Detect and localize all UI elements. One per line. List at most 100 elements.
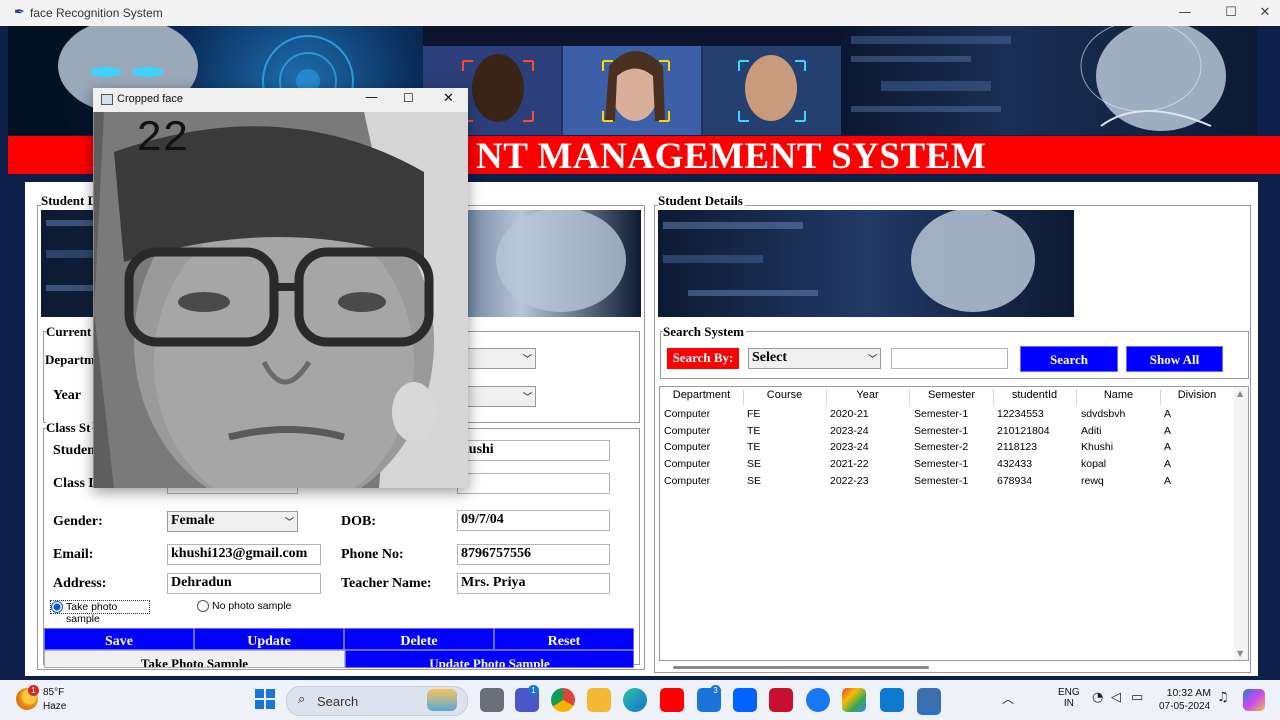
main-title-bar[interactable]: ✒ face Recognition System — ☐ ✕ — [0, 0, 1280, 26]
edge-icon[interactable] — [623, 688, 647, 712]
teams-badge: 1 — [528, 685, 539, 696]
table-header-cell[interactable]: studentId — [993, 389, 1077, 405]
table-cell: 2023-24 — [830, 424, 869, 437]
show-hidden-icons-icon[interactable]: ︿ — [1002, 690, 1014, 707]
email-label: Email: — [53, 547, 94, 562]
teacher-name-field[interactable]: Mrs. Priya — [457, 573, 610, 594]
year-label: Year — [53, 388, 81, 403]
cropped-face-image: 22 — [94, 112, 468, 488]
no-photo-radio[interactable]: No photo sample — [197, 600, 307, 614]
scroll-down-icon[interactable]: ▼ — [1237, 649, 1243, 658]
python-app-icon[interactable] — [917, 688, 941, 715]
chrome-icon[interactable] — [551, 688, 575, 712]
update-button[interactable]: Update — [194, 628, 344, 650]
weather-badge: 1 — [28, 685, 39, 696]
maximize-icon[interactable]: ☐ — [1216, 3, 1246, 23]
close-icon[interactable]: ✕ — [1250, 3, 1280, 23]
department-label: Departm — [45, 352, 95, 367]
start-icon[interactable] — [255, 689, 275, 709]
table-cell: Computer — [664, 441, 711, 454]
show-all-button[interactable]: Show All — [1126, 346, 1223, 372]
table-cell: Computer — [664, 424, 711, 437]
search-system-frame-title: Search System — [663, 324, 747, 340]
table-cell: TE — [747, 441, 761, 454]
maximize-icon[interactable]: ☐ — [403, 91, 414, 105]
table-header-cell[interactable]: Course — [743, 389, 827, 405]
wifi-icon[interactable]: ◔ — [1092, 690, 1103, 705]
search-by-value: Select — [752, 350, 787, 365]
table-header-cell[interactable]: Division — [1160, 389, 1235, 405]
copilot-icon[interactable] — [1243, 689, 1265, 711]
weather-desc[interactable]: Haze — [43, 701, 66, 712]
table-cell: SE — [747, 474, 762, 487]
file-explorer-icon[interactable] — [587, 688, 611, 712]
class-student-frame-title: Class St — [46, 420, 93, 436]
cropped-face-title-bar[interactable]: Cropped face — ☐ ✕ — [93, 88, 468, 112]
horizontal-scrollbar[interactable] — [673, 666, 929, 669]
update-photo-sample-button[interactable]: Update Photo Sample — [345, 650, 634, 668]
table-cell: 2023-24 — [830, 441, 869, 454]
table-header-cell[interactable]: Semester — [910, 389, 994, 405]
dob-field[interactable]: 09/7/04 — [457, 510, 610, 531]
chevron-down-icon: ﹀ — [522, 393, 532, 403]
search-button[interactable]: Search — [1020, 346, 1118, 372]
window-title: face Recognition System — [30, 6, 163, 20]
time[interactable]: 10:32 AM — [1161, 687, 1211, 699]
gender-label: Gender: — [53, 514, 103, 529]
gender-combobox[interactable]: Female ﹀ — [167, 511, 298, 532]
search-by-combobox[interactable]: Select ﹀ — [748, 348, 881, 369]
table-cell: rewq — [1081, 474, 1104, 487]
battery-icon[interactable]: ▭ — [1131, 690, 1143, 705]
vscode-icon[interactable] — [880, 688, 904, 712]
volume-icon[interactable]: ◁ — [1111, 690, 1121, 705]
table-cell: 432433 — [997, 458, 1033, 471]
take-photo-radio[interactable]: Take photo sample — [50, 600, 150, 625]
minimize-icon[interactable]: — — [365, 90, 378, 105]
search-by-label: Search By: — [667, 348, 739, 369]
table-cell: kopal — [1081, 458, 1107, 471]
table-cell: Semester-1 — [914, 424, 969, 437]
taskbar-search-box[interactable]: ⌕ Search — [286, 686, 468, 716]
vertical-scrollbar[interactable]: ▲ ▼ — [1234, 387, 1248, 660]
table-cell: Computer — [664, 474, 711, 487]
table-cell: Aditi — [1081, 424, 1102, 437]
table-cell: A — [1164, 474, 1172, 487]
table-cell: 12234553 — [997, 408, 1044, 420]
notification-bell-icon[interactable]: ♫ — [1217, 690, 1229, 705]
table-cell: Computer — [664, 458, 711, 471]
maps-app-icon[interactable] — [842, 688, 866, 712]
search-input[interactable] — [891, 348, 1008, 369]
table-header-cell[interactable]: Department — [660, 389, 744, 405]
delete-button[interactable]: Delete — [344, 628, 494, 650]
language-top: ENG — [1058, 687, 1080, 698]
chevron-down-icon: ﹀ — [867, 355, 877, 365]
table-cell: Computer — [664, 408, 711, 420]
minimize-icon[interactable]: — — [1170, 3, 1200, 23]
youtube-icon[interactable] — [660, 688, 684, 712]
task-view-icon[interactable] — [480, 688, 504, 712]
table-cell: A — [1164, 458, 1172, 471]
table-header-cell[interactable]: Year — [826, 389, 910, 405]
language-indicator[interactable]: ENG IN — [1058, 687, 1080, 709]
phone-label: Phone No: — [341, 547, 404, 562]
roll-number-field[interactable] — [457, 473, 610, 494]
date[interactable]: 07-05-2024 — [1159, 701, 1210, 712]
take-photo-sample-button[interactable]: Take Photo Sample — [44, 650, 345, 668]
reset-button[interactable]: Reset — [494, 628, 634, 650]
save-button[interactable]: Save — [44, 628, 194, 650]
table-cell: Semester-1 — [914, 408, 969, 420]
mcafee-icon[interactable] — [769, 688, 793, 712]
chevron-down-icon: ﹀ — [284, 518, 294, 528]
weather-temp[interactable]: 85°F — [43, 687, 64, 698]
close-icon[interactable]: ✕ — [443, 91, 454, 106]
phone-field[interactable]: 8796757556 — [457, 544, 610, 565]
wireframe-head-image — [841, 26, 1257, 135]
taskbar: 1 85°F Haze ⌕ Search 1 3 ︿ ENG IN ◔ ◁ ▭ … — [0, 680, 1280, 720]
table-header-cell[interactable]: Name — [1077, 389, 1161, 405]
dropbox-icon[interactable] — [733, 688, 757, 712]
scroll-up-icon[interactable]: ▲ — [1237, 389, 1243, 398]
email-field[interactable]: khushi123@gmail.com — [167, 544, 321, 565]
address-field[interactable]: Dehradun — [167, 573, 321, 594]
student-name-field[interactable]: hushi — [457, 440, 610, 461]
facebook-icon[interactable] — [806, 688, 830, 712]
